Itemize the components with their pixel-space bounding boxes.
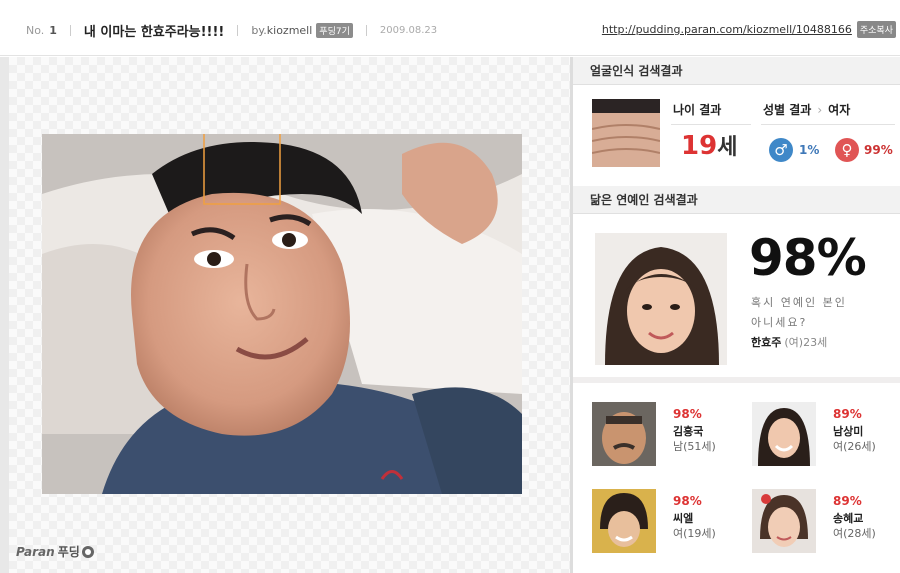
top-match-name-row: 한효주 (여)23세 <box>751 334 827 350</box>
forehead-thumbnail <box>592 99 660 167</box>
similar-celeb-photo <box>752 402 816 466</box>
pudding-logo-text: 푸딩 <box>57 545 80 559</box>
gender-result-header: 성별 결과 › 여자 <box>763 101 850 118</box>
similar-celeb-name: 김흥국 <box>673 425 704 438</box>
forehead-thumbnail-image <box>592 99 660 167</box>
similar-celeb-percent: 89% <box>833 494 862 508</box>
post-title[interactable]: 내 이마는 한효주라능!!!! <box>84 21 224 40</box>
photo-area: Paran 푸딩 <box>9 57 570 573</box>
similar-celeb-percent: 98% <box>673 407 702 421</box>
celeb-result-header: 닮은 연예인 검색결과 <box>573 186 900 214</box>
similar-celeb-percent: 89% <box>833 407 862 421</box>
male-percent: 1% <box>799 143 820 157</box>
top-match-percent: 98% <box>749 229 867 287</box>
copy-url-button[interactable]: 주소복사 <box>856 21 896 38</box>
post-number: 1 <box>49 23 57 37</box>
by-label: by. <box>251 23 267 37</box>
age-number: 19 <box>681 131 718 161</box>
age-unit: 세 <box>717 135 738 160</box>
similar-celeb-card[interactable]: 98% 김흥국 남(51세) <box>592 402 742 472</box>
divider <box>237 24 239 36</box>
post-number-label: No. <box>26 23 45 37</box>
similar-celeb-card[interactable]: 98% 씨엘 여(19세) <box>592 489 742 559</box>
female-percent: 99% <box>864 143 893 157</box>
post-header: No. 1 내 이마는 한효주라능!!!! by. kiozmell 푸딩7기 … <box>0 0 900 56</box>
similar-celeb-info: 여(26세) <box>833 440 876 453</box>
divider <box>69 24 71 36</box>
paran-logo-text: Paran <box>16 544 55 559</box>
similar-celeb-percent: 98% <box>673 494 702 508</box>
post-meta-row: No. 1 내 이마는 한효주라능!!!! by. kiozmell 푸딩7기 … <box>26 21 438 40</box>
paran-pudding-logo[interactable]: Paran 푸딩 <box>16 543 94 560</box>
left-frame-edge <box>0 57 9 573</box>
author-badge: 푸딩7기 <box>316 22 353 38</box>
similar-celeb-name: 남상미 <box>833 425 864 438</box>
pudding-logo-icon <box>81 545 94 558</box>
chevron-right-icon: › <box>817 102 823 117</box>
url-area: http://pudding.paran.com/kiozmell/104881… <box>602 21 896 38</box>
section-separator <box>573 377 900 383</box>
divider <box>365 24 367 36</box>
age-result-value: 19세 <box>681 129 737 161</box>
uploaded-photo <box>42 134 522 494</box>
female-symbol-icon: ♀ <box>835 138 859 162</box>
similar-celeb-info: 여(28세) <box>833 527 876 540</box>
similar-celeb-name: 송혜교 <box>833 512 864 525</box>
similar-celeb-card[interactable]: 89% 송혜교 여(28세) <box>752 489 900 559</box>
similar-celeb-info: 남(51세) <box>673 440 716 453</box>
question-line-2: 아니세요? <box>751 316 808 329</box>
question-line-1: 혹시 연예인 본인 <box>751 296 847 309</box>
gender-result-label: 성별 결과 <box>763 103 812 117</box>
post-date: 2009.08.23 <box>379 24 438 36</box>
similar-celeb-card[interactable]: 89% 남상미 여(26세) <box>752 402 900 472</box>
uploaded-photo-image <box>42 134 522 494</box>
top-match-photo-image <box>595 233 727 365</box>
top-match-name[interactable]: 한효주 <box>751 336 781 349</box>
age-result-label: 나이 결과 <box>673 103 722 117</box>
gender-result-value: 여자 <box>828 103 851 117</box>
similar-celeb-name: 씨엘 <box>673 512 694 525</box>
similar-celeb-info: 여(19세) <box>673 527 716 540</box>
result-panel: 얼굴인식 검색결과 나이 결과 19세 성별 결과 › 여자 ♂ 1% ♀ 99… <box>573 57 900 573</box>
age-underline <box>671 124 751 125</box>
male-symbol-icon: ♂ <box>769 138 793 162</box>
author-link[interactable]: kiozmell <box>267 24 313 37</box>
similar-celeb-photo <box>592 489 656 553</box>
gender-underline <box>761 124 895 125</box>
top-match-photo[interactable] <box>595 233 727 365</box>
similar-celeb-photo <box>592 402 656 466</box>
post-url-link[interactable]: http://pudding.paran.com/kiozmell/104881… <box>602 23 852 36</box>
face-result-header: 얼굴인식 검색결과 <box>573 57 900 85</box>
similar-celeb-photo <box>752 489 816 553</box>
top-match-info: (여)23세 <box>784 336 828 349</box>
